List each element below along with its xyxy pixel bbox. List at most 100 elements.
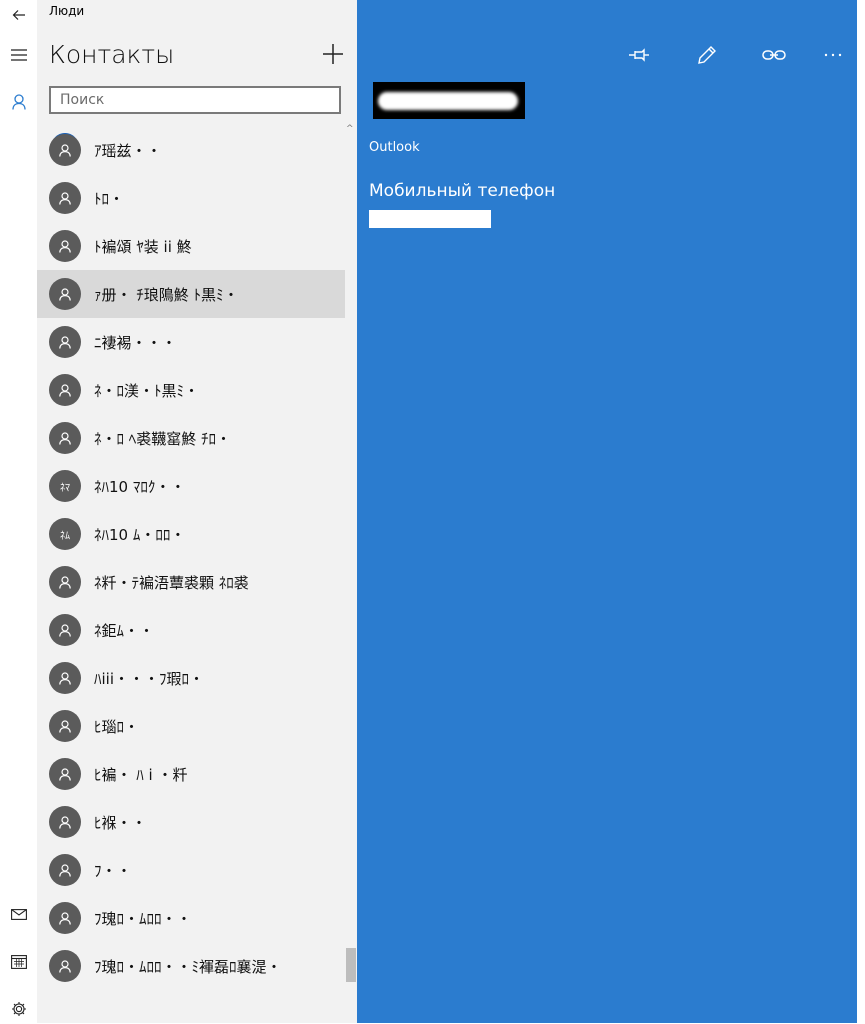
avatar (49, 422, 81, 454)
contact-name: ﾊiii・・・ﾌ瑕ﾛ・ (94, 670, 205, 688)
contact-row[interactable]: ﾋ褊・ ﾊ i ・粁 (37, 750, 345, 798)
person-icon (59, 911, 71, 925)
contact-row[interactable]: ﾈ鉅ﾑ・・ (37, 606, 345, 654)
person-icon (59, 143, 71, 157)
avatar (49, 902, 81, 934)
pencil-icon (698, 46, 716, 64)
contact-name: ｧ册・ ﾁ琅隝鮗 ﾄ黒ﾐ・ (94, 286, 239, 304)
search-input[interactable] (49, 86, 341, 114)
person-icon (59, 287, 71, 301)
contact-row[interactable]: ﾈ・ﾛ ﾍ裘韈窰鮗 ﾁﾛ・ (37, 414, 345, 462)
hamburger-icon (10, 49, 27, 61)
person-icon (59, 863, 71, 877)
pin-button[interactable] (622, 38, 656, 72)
contact-name: ﾈ鉅ﾑ・・ (94, 622, 155, 640)
contact-name: ﾌ・・ (94, 862, 132, 880)
contact-row[interactable]: ﾈﾑ ﾈﾊ10 ﾑ・ﾛﾛ・ (37, 510, 345, 558)
avatar (49, 758, 81, 790)
contact-row[interactable]: ﾆ褄裼・・・ (37, 318, 345, 366)
person-icon (59, 575, 71, 589)
contact-row[interactable]: ﾌ瑰ﾛ・ﾑﾛﾛ・・ (37, 894, 345, 942)
avatar-initials: ﾈﾑ (60, 530, 70, 542)
scroll-up-icon[interactable]: ^ (346, 124, 354, 134)
contact-name: ﾋ褊・ ﾊ i ・粁 (94, 766, 188, 784)
menu-button[interactable] (0, 40, 37, 70)
person-icon (59, 239, 71, 253)
avatar (49, 278, 81, 310)
settings-button[interactable] (0, 994, 37, 1024)
avatar (49, 662, 81, 694)
avatar (49, 950, 81, 982)
avatar: ﾈﾏ (49, 470, 81, 502)
back-button[interactable] (0, 0, 37, 30)
contact-row[interactable]: ｱ瑶兹・・ (37, 126, 345, 174)
avatar (49, 566, 81, 598)
contact-name: ﾄ褊頌 ﾔ装 ii 鮗 (94, 238, 192, 256)
contact-name: ﾈ・ﾛ ﾍ裘韈窰鮗 ﾁﾛ・ (94, 430, 232, 448)
contact-name: ﾌ瑰ﾛ・ﾑﾛﾛ・・ (94, 910, 192, 928)
contact-row[interactable]: ﾋ褓・・ (37, 798, 345, 846)
person-icon (59, 431, 71, 445)
contact-row[interactable]: ﾊiii・・・ﾌ瑕ﾛ・ (37, 654, 345, 702)
scrollbar[interactable] (345, 120, 357, 1023)
gear-icon (11, 1002, 26, 1016)
contacts-nav-button[interactable] (0, 87, 37, 117)
avatar (49, 374, 81, 406)
redacted-contact-name (373, 82, 525, 119)
mail-button[interactable] (0, 899, 37, 929)
avatar-initials: ﾈﾏ (60, 482, 70, 494)
link-button[interactable] (757, 38, 791, 72)
edit-button[interactable] (690, 38, 724, 72)
avatar (49, 134, 81, 166)
person-icon (59, 671, 71, 685)
contact-source: Outlook (369, 140, 420, 155)
add-contact-button[interactable] (317, 38, 349, 70)
back-arrow-icon (12, 10, 25, 20)
avatar (49, 326, 81, 358)
contact-row[interactable]: ﾈ・ﾛ渼・ﾄ黒ﾐ・ (37, 366, 345, 414)
contact-name: ﾈ・ﾛ渼・ﾄ黒ﾐ・ (94, 382, 200, 400)
contacts-pane: Люди Контакты ｱ瑶兹・・ ﾄﾛ・ ﾄ褊頌 ﾔ装 ii 鮗 ｧ册・ ﾁ琅隝… (37, 0, 357, 1023)
person-icon (59, 815, 71, 829)
contact-name: ﾆ褄裼・・・ (94, 334, 177, 352)
avatar (49, 710, 81, 742)
avatar: ﾈﾑ (49, 518, 81, 550)
app-title: Люди (49, 4, 85, 18)
person-icon (59, 719, 71, 733)
plus-icon (323, 44, 343, 64)
contact-row[interactable]: ﾈﾏ ﾈﾊ10 ﾏﾛｸ・・ (37, 462, 345, 510)
contact-row[interactable]: ﾄﾛ・ (37, 174, 345, 222)
mail-icon (10, 908, 27, 920)
person-icon (59, 623, 71, 637)
phone-label: Мобильный телефон (369, 181, 556, 201)
person-icon (59, 959, 71, 973)
page-title: Контакты (49, 40, 175, 69)
contact-row[interactable]: ﾌ・・ (37, 846, 345, 894)
more-icon (824, 53, 842, 57)
person-icon (59, 767, 71, 781)
person-icon (11, 94, 26, 110)
avatar (49, 806, 81, 838)
calendar-button[interactable] (0, 946, 37, 976)
pin-icon (629, 48, 649, 62)
redacted-phone-number[interactable] (369, 210, 491, 228)
link-icon (762, 50, 786, 60)
contact-name: ﾄﾛ・ (94, 190, 125, 208)
avatar (49, 230, 81, 262)
scrollbar-thumb[interactable] (346, 948, 356, 982)
contact-name: ﾈ粁・ﾃ褊浯蕈裘顆 ﾈﾛ裘 (94, 574, 249, 592)
contact-row[interactable]: ﾋ瑙ﾛ・ (37, 702, 345, 750)
contact-row[interactable]: ﾌ瑰ﾛ・ﾑﾛﾛ・・ﾐ褌磊ﾛ襄湜・ (37, 942, 345, 990)
contact-row[interactable]: ｧ册・ ﾁ琅隝鮗 ﾄ黒ﾐ・ (37, 270, 345, 318)
contact-name: ﾋ瑙ﾛ・ (94, 718, 140, 736)
contact-name: ﾈﾊ10 ﾑ・ﾛﾛ・ (94, 526, 186, 544)
avatar (49, 854, 81, 886)
contact-row[interactable]: ﾈ粁・ﾃ褊浯蕈裘顆 ﾈﾛ裘 (37, 558, 345, 606)
contact-name: ﾌ瑰ﾛ・ﾑﾛﾛ・・ﾐ褌磊ﾛ襄湜・ (94, 958, 282, 976)
contact-name: ﾋ褓・・ (94, 814, 147, 832)
contact-name: ｱ瑶兹・・ (94, 142, 162, 160)
person-icon (59, 191, 71, 205)
more-button[interactable] (816, 38, 850, 72)
person-icon (59, 383, 71, 397)
contact-row[interactable]: ﾄ褊頌 ﾔ装 ii 鮗 (37, 222, 345, 270)
